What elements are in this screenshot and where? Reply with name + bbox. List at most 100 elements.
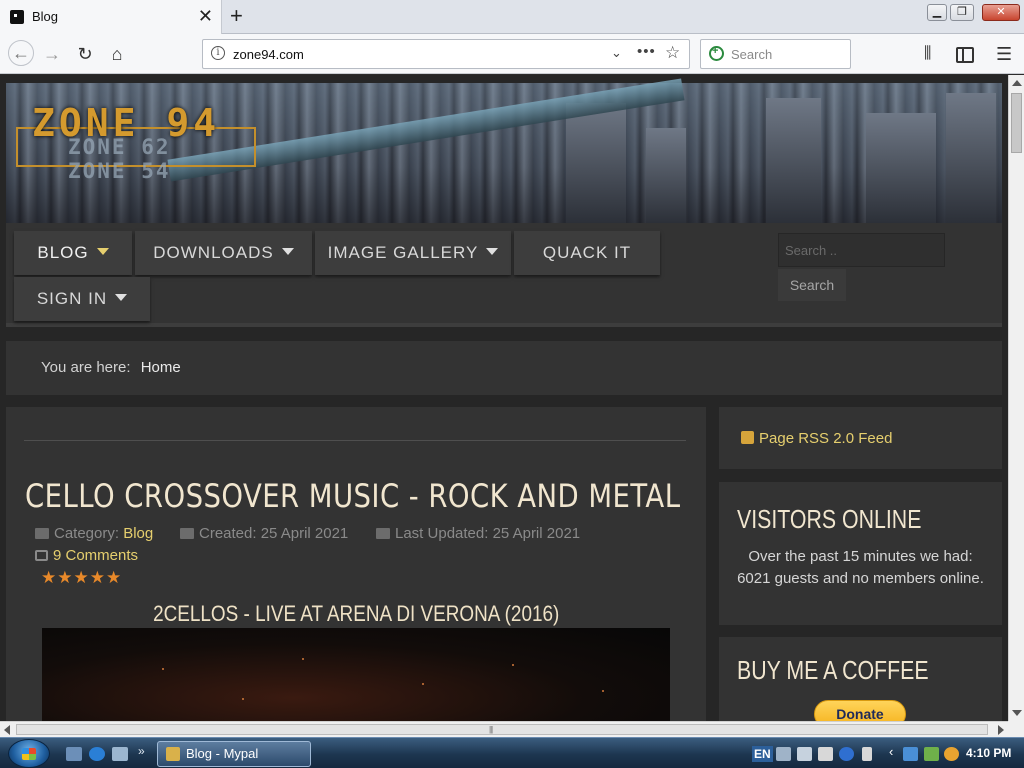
site-banner: ZONE 94 ZONE 62 ZONE 54: [6, 78, 1002, 223]
banner-building: [766, 98, 821, 223]
menu-item-blog[interactable]: BLOG: [14, 231, 132, 275]
caret-down-icon: [96, 248, 109, 255]
updated-text: Last Updated: 25 April 2021: [395, 525, 581, 542]
calendar-icon: [180, 528, 194, 539]
category-link[interactable]: Blog: [123, 525, 153, 542]
security-icon[interactable]: [924, 747, 939, 761]
options-icon[interactable]: [862, 747, 872, 761]
page-actions-icon[interactable]: •••: [637, 43, 656, 60]
new-tab-icon[interactable]: +: [230, 4, 243, 28]
forward-arrow-icon[interactable]: →: [40, 42, 64, 66]
scroll-grip-icon: |||: [489, 725, 493, 734]
caret-down-icon: [115, 294, 128, 301]
rating-stars[interactable]: ★★★★★: [41, 568, 122, 588]
maximize-window-button[interactable]: ❐: [950, 4, 974, 21]
scroll-right-arrow-icon[interactable]: [998, 725, 1004, 735]
comments-link[interactable]: 9 Comments: [35, 547, 138, 564]
scroll-up-arrow-icon[interactable]: [1012, 80, 1022, 86]
reload-icon[interactable]: ↻: [73, 42, 97, 66]
banner-building: [566, 103, 626, 223]
video-light: [512, 664, 514, 666]
back-arrow-icon[interactable]: ←: [8, 40, 34, 66]
library-icon[interactable]: ⫼: [924, 42, 931, 66]
video-light: [162, 668, 164, 670]
chevron-down-icon[interactable]: ⌄: [611, 45, 622, 61]
breadcrumb-prefix: You are here:: [41, 359, 131, 376]
rss-feed-link[interactable]: Page RSS 2.0 Feed: [741, 430, 892, 447]
banner-building: [646, 128, 686, 223]
language-indicator[interactable]: EN: [752, 746, 773, 762]
minimize-window-button[interactable]: ▁: [927, 4, 947, 21]
search-tray-icon[interactable]: [944, 747, 959, 761]
tablet-input-icon[interactable]: [818, 747, 833, 761]
help-icon[interactable]: [839, 747, 854, 761]
video-title-text: 2CELLOS - LIVE AT ARENA DI VERONA (2016): [152, 601, 560, 626]
scroll-left-arrow-icon[interactable]: [4, 725, 10, 735]
switch-windows-icon[interactable]: [112, 747, 128, 761]
menu-label: IMAGE GALLERY: [327, 243, 479, 262]
taskbar-window-blog-mypal[interactable]: Blog - Mypal: [157, 741, 311, 767]
visitors-panel: VISITORS ONLINE Over the past 15 minutes…: [719, 482, 1002, 625]
keyboard-icon[interactable]: [776, 747, 791, 761]
pen-icon[interactable]: [797, 747, 812, 761]
menu-label: SIGN IN: [36, 289, 108, 308]
site-favicon-icon: [10, 10, 24, 24]
video-light: [422, 683, 424, 685]
caret-down-icon: [486, 248, 499, 255]
taskbar: » Blog - Mypal EN ‹ 4:10 PM: [0, 737, 1024, 768]
menu-hamburger-icon[interactable]: ☰: [996, 42, 1012, 66]
site-main-menu: BLOG DOWNLOADS IMAGE GALLERY QUACK IT SI…: [6, 223, 1002, 327]
site-search-input[interactable]: Search ..: [778, 233, 945, 267]
video-light: [242, 698, 244, 700]
url-text[interactable]: zone94.com: [233, 47, 304, 62]
created-text: Created: 25 April 2021: [199, 525, 349, 542]
horizontal-scrollbar[interactable]: |||: [0, 721, 1008, 737]
donate-button[interactable]: Donate: [814, 700, 906, 721]
article-created-date: Created: 25 April 2021: [180, 525, 348, 542]
video-player[interactable]: [42, 628, 670, 721]
menu-item-image-gallery[interactable]: IMAGE GALLERY: [315, 231, 511, 275]
visitors-text: Over the past 15 minutes we had: 6021 gu…: [737, 548, 984, 587]
web-page: ZONE 94 ZONE 62 ZONE 54 BLOG DOWNLOADS I…: [0, 75, 1008, 721]
menu-item-sign-in[interactable]: SIGN IN: [14, 277, 150, 321]
breadcrumb-home-link[interactable]: Home: [141, 359, 181, 376]
banner-building: [946, 93, 996, 223]
bookmark-star-icon[interactable]: ☆: [665, 43, 680, 63]
caret-down-icon: [281, 248, 294, 255]
breadcrumb: You are here: Home: [6, 341, 1002, 395]
search-engine-icon[interactable]: [709, 45, 724, 61]
site-search-button[interactable]: Search: [778, 269, 846, 301]
home-icon[interactable]: ⌂: [105, 42, 129, 66]
site-info-icon[interactable]: i: [211, 46, 225, 60]
sidebar-toggle-icon[interactable]: [956, 47, 974, 63]
close-tab-icon[interactable]: ✕: [198, 6, 213, 26]
menu-item-quack-it[interactable]: QUACK IT: [514, 231, 660, 275]
tray-expand-icon[interactable]: ‹: [889, 744, 893, 759]
browser-search-input[interactable]: Search: [700, 39, 851, 69]
start-button[interactable]: [8, 739, 50, 768]
close-window-button[interactable]: ✕: [982, 4, 1020, 21]
internet-explorer-icon[interactable]: [89, 747, 105, 761]
vertical-scrollbar[interactable]: [1008, 75, 1024, 721]
scroll-down-arrow-icon[interactable]: [1012, 710, 1022, 716]
scrollbar-corner: [1008, 721, 1024, 737]
menu-item-downloads[interactable]: DOWNLOADS: [135, 231, 312, 275]
tab-blog[interactable]: Blog ✕: [0, 0, 222, 34]
comment-bubble-icon: [35, 550, 48, 561]
rss-icon: [741, 431, 754, 444]
tab-title: Blog: [32, 9, 59, 24]
address-bar[interactable]: i zone94.com ⌄ ••• ☆: [202, 39, 690, 69]
quicklaunch-more-icon[interactable]: »: [138, 744, 145, 758]
tab-bar: Blog ✕ + ▁ ❐ ✕: [0, 0, 1024, 34]
navigation-toolbar: ← → ↻ ⌂ i zone94.com ⌄ ••• ☆ Search ⫼ ☰: [0, 34, 1024, 74]
horizontal-scroll-thumb[interactable]: [16, 724, 988, 735]
network-icon[interactable]: [903, 747, 918, 761]
taskbar-window-label: Blog - Mypal: [186, 746, 259, 761]
article-title[interactable]: CELLO CROSSOVER MUSIC - ROCK AND METAL: [25, 477, 680, 515]
vertical-scroll-thumb[interactable]: [1011, 93, 1022, 153]
show-desktop-icon[interactable]: [66, 747, 82, 761]
system-clock[interactable]: 4:10 PM: [966, 746, 1011, 760]
rss-label: Page RSS 2.0 Feed: [759, 430, 893, 447]
coffee-panel: BUY ME A COFFEE Donate: [719, 637, 1002, 721]
divider: [24, 440, 686, 441]
